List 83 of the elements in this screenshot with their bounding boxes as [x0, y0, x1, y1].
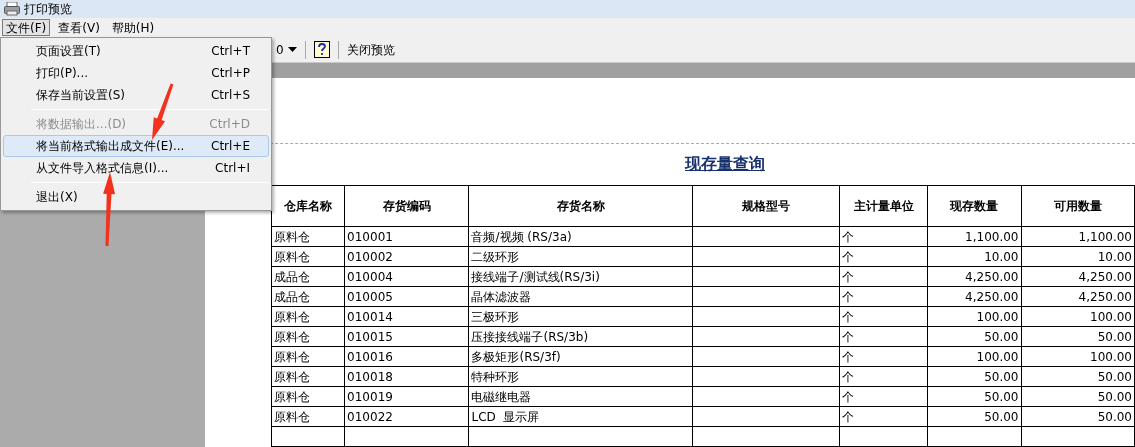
table-cell: 010001 [344, 226, 469, 247]
table-cell: 个 [839, 266, 928, 287]
table-cell: 4,250.00 [1021, 266, 1135, 287]
table-cell: 电磁继电器 [468, 386, 693, 407]
help-icon[interactable] [313, 41, 330, 58]
table-cell: 100.00 [927, 346, 1021, 367]
table-cell: 二级环形 [468, 246, 693, 267]
table-cell: 原料仓 [271, 226, 345, 247]
table-cell: 010014 [344, 306, 469, 327]
printer-icon [4, 2, 20, 16]
table-cell: 原料仓 [271, 346, 345, 367]
table-cell: 010022 [344, 406, 469, 427]
table-cell: 50.00 [927, 406, 1021, 427]
table-cell: 010005 [344, 286, 469, 307]
column-header: 可用数量 [1021, 185, 1135, 227]
table-cell: 10.00 [927, 246, 1021, 267]
table-cell: 4,250.00 [927, 266, 1021, 287]
table-cell: 个 [839, 346, 928, 367]
close-preview-button[interactable]: 关闭预览 [342, 40, 399, 59]
table-cell: 原料仓 [271, 366, 345, 387]
dropdown-caret-icon[interactable] [287, 47, 297, 52]
window-title: 打印预览 [24, 1, 72, 18]
report-title: 现存量查询 [685, 153, 765, 176]
table-cell: 原料仓 [271, 386, 345, 407]
menu-item[interactable]: 帮助(H) [107, 19, 159, 36]
table-cell: 10.00 [1021, 246, 1135, 267]
table-cell: 个 [839, 306, 928, 327]
table-cell: 成品仓 [271, 286, 345, 307]
table-cell: 个 [839, 386, 928, 407]
table-cell: 个 [839, 326, 928, 347]
table-cell: 50.00 [1021, 386, 1135, 407]
column-header: 现存数量 [927, 185, 1021, 227]
menu-item[interactable]: 页面设置(T) Ctrl+T [3, 40, 269, 62]
table-cell: 三极环形 [468, 306, 693, 327]
table-cell: 原料仓 [271, 246, 345, 267]
table-cell: 晶体滤波器 [468, 286, 693, 307]
table-cell: 压接接线端子(RS/3b) [468, 326, 693, 347]
zoom-value: 0 [276, 41, 284, 59]
table-cell: 1,100.00 [1021, 226, 1135, 247]
column-header: 存货名称 [468, 185, 693, 227]
table-cell: 010018 [344, 366, 469, 387]
table-cell: 原料仓 [271, 406, 345, 427]
menu-item[interactable]: 从文件导入格式信息(I)... Ctrl+I [3, 157, 269, 179]
menu-item[interactable]: 将当前格式输出成文件(E)... Ctrl+E [3, 135, 269, 157]
table-cell: 个 [839, 366, 928, 387]
menu-item[interactable]: 保存当前设置(S) Ctrl+S [3, 84, 269, 106]
table-cell: 接线端子/测试线(RS/3i) [468, 266, 693, 287]
table-cell: 50.00 [1021, 326, 1135, 347]
table-cell: 成品仓 [271, 266, 345, 287]
column-header: 主计量单位 [839, 185, 928, 227]
table-cell: 4,250.00 [1021, 286, 1135, 307]
table-cell: 个 [839, 246, 928, 267]
table-cell: 010015 [344, 326, 469, 347]
table-cell: 原料仓 [271, 326, 345, 347]
table-cell: 100.00 [927, 306, 1021, 327]
column-header: 规格型号 [692, 185, 840, 227]
table-cell: 100.00 [1021, 346, 1135, 367]
table-cell: 010019 [344, 386, 469, 407]
table-cell: LCD 显示屏 [468, 406, 693, 427]
menu-item[interactable]: 退出(X) [3, 186, 269, 208]
table-cell: 50.00 [1021, 366, 1135, 387]
column-header: 存货编码 [344, 185, 469, 227]
table-cell: 原料仓 [271, 306, 345, 327]
table-cell: 1,100.00 [927, 226, 1021, 247]
table-cell: 010016 [344, 346, 469, 367]
table-cell: 100.00 [1021, 306, 1135, 327]
table-cell: 音频/视频 (RS/3a) [468, 226, 693, 247]
table-cell: 010002 [344, 246, 469, 267]
table-cell: 50.00 [927, 386, 1021, 407]
table-cell: 个 [839, 226, 928, 247]
annotation-arrow [152, 83, 174, 140]
table-cell: 010004 [344, 266, 469, 287]
table-cell: 特种环形 [468, 366, 693, 387]
table-cell: 4,250.00 [927, 286, 1021, 307]
table-cell: 个 [839, 406, 928, 427]
menu-item[interactable]: 文件(F) [2, 19, 51, 36]
menu-item[interactable]: 打印(P)... Ctrl+P [3, 62, 269, 84]
table-cell: 个 [839, 286, 928, 307]
menu-item[interactable]: 查看(V) [54, 19, 104, 36]
table-cell: 50.00 [927, 326, 1021, 347]
table-cell: 50.00 [1021, 406, 1135, 427]
table-cell: 多极矩形(RS/3f) [468, 346, 693, 367]
table-cell: 50.00 [927, 366, 1021, 387]
